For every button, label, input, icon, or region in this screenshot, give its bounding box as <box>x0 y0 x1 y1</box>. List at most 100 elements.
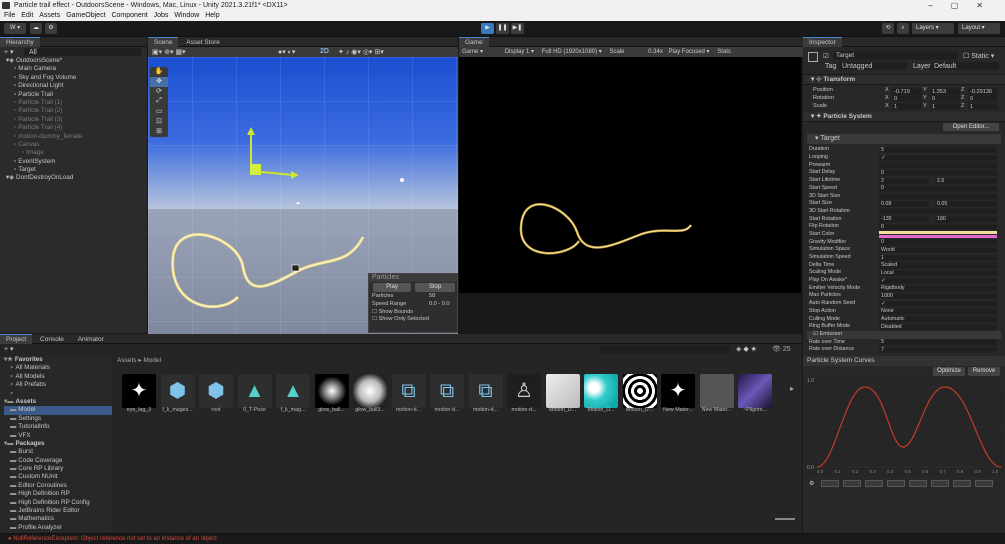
particle-row-value[interactable]: Scaled <box>879 262 997 269</box>
curve-preset-icon[interactable] <box>887 480 905 488</box>
lighting-icon[interactable]: ✦ ♪ ◉▾ ◎▾ ⊞▾ <box>338 48 384 56</box>
scene-view[interactable]: ✋ ✥ ⟳ ⤢ ▭ ⊡ ⊞ Particles Play Stop Partic… <box>148 57 458 334</box>
particle-row-value[interactable]: World <box>879 246 997 254</box>
transform-scale-z-field[interactable]: 1 <box>968 103 998 111</box>
particle-row-value[interactable]: Rigidbody <box>879 285 997 292</box>
particle-system-header[interactable]: ▾ ✦ Particle System <box>803 112 1005 123</box>
menu-edit[interactable]: Edit <box>21 12 33 19</box>
hierarchy-item[interactable]: ▾◈ DontDestroyOnLoad <box>6 174 147 182</box>
particle-row-value[interactable]: Automatic <box>879 316 997 323</box>
hierarchy-item[interactable]: ▫ Canvas <box>6 141 147 149</box>
filter-icons[interactable]: ◈ ◆ ★ <box>736 345 757 353</box>
hierarchy-item[interactable]: ▫ Directional Light <box>6 82 147 90</box>
asset-thumbnail[interactable]: ⧉ <box>391 374 426 408</box>
history-icon[interactable]: ⟲ <box>882 23 894 34</box>
project-folder[interactable]: ▬ High Definition RP Config <box>4 499 112 507</box>
asset-thumbnail[interactable]: ⧉ <box>430 374 464 408</box>
curve-preset-icon[interactable] <box>909 480 927 488</box>
asset-thumbnail[interactable] <box>738 374 772 408</box>
hierarchy-item[interactable]: ▫ Particle Trail (1) <box>6 99 147 107</box>
mode-2d-button[interactable]: 2D <box>320 48 329 55</box>
game-view[interactable] <box>459 57 801 293</box>
particle-row-value[interactable]: 0.08 <box>879 200 929 208</box>
hierarchy-item[interactable]: ▫ Particle Trail <box>6 91 147 99</box>
tab-project[interactable]: Project <box>0 334 33 344</box>
show-selected-toggle[interactable]: ☐ Show Only Selected <box>369 316 457 324</box>
asset-thumbnail[interactable]: ⬢ <box>160 374 195 408</box>
project-folder[interactable]: ⌕ All Models <box>4 373 112 381</box>
breadcrumb-assets[interactable]: Assets <box>117 357 137 364</box>
add-icon[interactable]: + ▾ <box>4 48 14 56</box>
hierarchy-item[interactable]: ▫ motion-dummy_female <box>6 133 147 141</box>
transform-header[interactable]: ▾ ⊹ Transform <box>803 75 1005 85</box>
particle-row-value[interactable]: Disabled <box>879 323 997 331</box>
asset-thumbnail[interactable]: ⧉ <box>468 374 503 408</box>
draw-mode-icon[interactable]: ▣▾ ⊕▾ ▦▾ <box>152 48 186 56</box>
collab-icon[interactable]: ⚙ <box>45 23 57 34</box>
particle-row-value[interactable]: 0 <box>879 223 997 231</box>
grid-scroll-arrow-icon[interactable]: ▸ <box>790 384 798 396</box>
project-search-input[interactable] <box>600 345 730 354</box>
asset-thumbnail[interactable]: ▲ <box>276 374 310 408</box>
project-folder[interactable]: ▬ VFX <box>4 432 112 440</box>
particle-row-value[interactable]: ✓ <box>879 277 997 285</box>
asset-thumbnail[interactable]: ⬢ <box>199 374 233 408</box>
tab-inspector[interactable]: Inspector <box>803 37 842 47</box>
menu-gameobject[interactable]: GameObject <box>66 12 105 19</box>
transform-rotation-x-field[interactable]: 0 <box>892 95 922 103</box>
menu-help[interactable]: Help <box>205 12 219 19</box>
particle-row-value[interactable]: ✓ <box>879 154 997 162</box>
particle-row-value[interactable]: Local <box>879 269 997 277</box>
project-folder[interactable]: ▬ Custom NUnit <box>4 473 112 481</box>
menu-jobs[interactable]: Jobs <box>154 12 169 19</box>
game-mode-dropdown[interactable]: Game ▾ <box>462 49 483 55</box>
hierarchy-item[interactable]: ▫ Particle Trail (4) <box>6 124 147 132</box>
object-name-field[interactable]: Target <box>833 51 958 60</box>
layer-dropdown[interactable]: Default <box>931 62 999 70</box>
particle-row-value-2[interactable]: 0.05 <box>935 200 997 208</box>
project-folder[interactable]: ▬ TutorialInfo <box>4 423 112 431</box>
project-folder[interactable]: ⌕ All Prefabs <box>4 381 112 389</box>
asset-thumbnail[interactable] <box>584 374 618 408</box>
curve-preset-icon[interactable] <box>821 480 839 488</box>
particle-row-value-2[interactable]: 180 <box>935 216 997 223</box>
project-folder[interactable]: ⌕ All Materials <box>4 364 112 372</box>
open-editor-button[interactable]: Open Editor... <box>943 123 999 132</box>
display-dropdown[interactable]: Display 1 ▾ <box>505 49 534 55</box>
play-focused-dropdown[interactable]: Play Focused ▾ <box>669 49 710 55</box>
curve-preset-icon[interactable] <box>931 480 949 488</box>
hierarchy-item[interactable]: ▫ Main Camera <box>6 65 147 73</box>
asset-thumbnail[interactable] <box>314 374 349 408</box>
hierarchy-item[interactable]: ▫ Image <box>6 149 147 157</box>
transform-scale-y-field[interactable]: 1 <box>930 103 960 111</box>
transform-position-z-field[interactable]: -0.29136 <box>968 87 998 95</box>
curve-preset-icon[interactable] <box>975 480 993 488</box>
project-folder[interactable]: ▬ JetBrains Rider Editor <box>4 507 112 515</box>
particle-row-value[interactable]: 2 <box>879 177 929 185</box>
project-folder[interactable]: ▬ Model <box>4 406 112 415</box>
project-add-icon[interactable]: + ▾ <box>4 345 14 353</box>
hierarchy-item[interactable]: ▫ Target <box>6 166 147 174</box>
project-section[interactable]: ▾▬ Assets <box>4 398 112 406</box>
particle-row-value[interactable]: 0 <box>879 185 997 192</box>
resolution-dropdown[interactable]: Full HD (1920x1080) ▾ <box>542 49 602 55</box>
asset-thumbnail[interactable]: ✦ <box>661 374 695 408</box>
project-folder[interactable]: ▬ Editor Coroutines <box>4 482 112 490</box>
optimize-button[interactable]: Optimize <box>933 367 965 377</box>
zoom-slider[interactable] <box>775 518 795 520</box>
search-icon[interactable]: ⌕ <box>897 23 909 34</box>
emission-row-value[interactable]: 7 <box>879 346 997 354</box>
pause-button[interactable]: ❚❚ <box>496 23 509 34</box>
emission-row-value[interactable]: 5 <box>879 339 997 346</box>
transform-rotation-z-field[interactable]: 0 <box>968 95 998 103</box>
curve-editor[interactable]: 1.0 0.0 0.0 0.1 0.2 0.3 0.4 0.5 0.6 0.7 0.8 0.9 1.… <box>805 377 1003 478</box>
curve-preset-icon[interactable] <box>953 480 971 488</box>
menu-file[interactable]: File <box>4 12 15 19</box>
particle-row-value[interactable] <box>879 162 997 169</box>
asset-thumbnail[interactable]: ▲ <box>237 374 272 408</box>
asset-thumbnail[interactable] <box>699 374 734 408</box>
asset-thumbnail[interactable]: ♙ <box>507 374 541 408</box>
project-folder[interactable]: ⌕ <box>4 390 112 398</box>
orientation-icon[interactable]: ●▾ ◐▾ <box>278 48 295 56</box>
particle-row-value[interactable]: ✓ <box>879 300 997 308</box>
